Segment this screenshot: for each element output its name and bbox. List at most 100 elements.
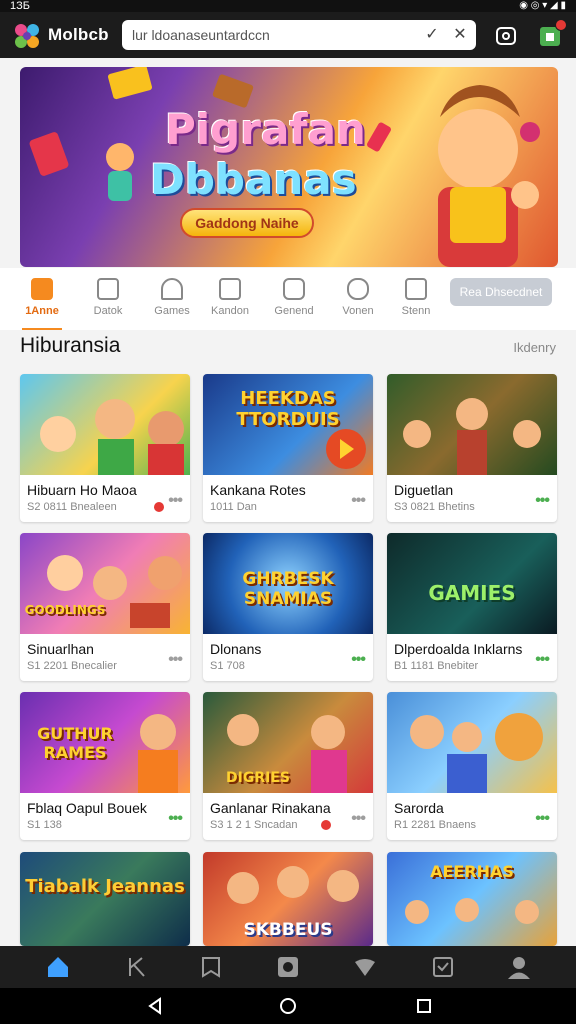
category-label: Stenn [401, 305, 431, 317]
game-card[interactable]: SKBBEUS [203, 852, 373, 946]
bottom-navigation [0, 946, 576, 988]
section-more-link[interactable]: Ikdenry [513, 340, 556, 355]
status-dot [154, 502, 164, 512]
category-tab-home[interactable]: 1Anne [14, 278, 70, 330]
game-card[interactable]: Hibuarn Ho Maoa S2 0811 Bnealeen ••• [20, 374, 190, 522]
game-title: Kankana Rotes [210, 482, 306, 498]
category-bar: 1Anne Datok Games Kandon Genend Vonen St… [0, 268, 576, 330]
section-title: Hiburansia [20, 334, 121, 357]
game-card[interactable]: GAMIES Dlperdoalda Inklarns B1 1181 Bneb… [387, 533, 557, 681]
game-card[interactable]: Sarorda R1 2281 Bnaens ••• [387, 692, 557, 840]
game-card[interactable]: DIGRIES Ganlanar Rinakana S3 1 2 1 Sncad… [203, 692, 373, 840]
check-icon[interactable]: ✓ [422, 25, 442, 45]
thumbnail-title: GAMIES [428, 581, 516, 605]
game-thumbnail: DIGRIES [203, 692, 373, 793]
back-icon[interactable] [146, 997, 164, 1015]
game-meta: B1 1181 Bnebiter [394, 660, 479, 672]
system-nav-bar [0, 988, 576, 1024]
bookmark-icon [161, 278, 183, 300]
game-card[interactable]: GHRBESK SNAMIAS Dlonans S1 708 ••• [203, 533, 373, 681]
game-title: Sarorda [394, 800, 444, 816]
game-title: Dlonans [210, 641, 262, 657]
recents-icon[interactable] [415, 997, 433, 1015]
more-options-icon[interactable]: ••• [351, 651, 366, 669]
game-meta: S3 0821 Bhetins [394, 501, 475, 513]
checklist-icon[interactable] [430, 954, 456, 980]
game-thumbnail: GOODLINGS [20, 533, 190, 634]
image-icon[interactable] [275, 954, 301, 980]
status-time: 1ЗБ [10, 0, 30, 12]
category-tab-stenn[interactable]: Stenn [388, 278, 444, 324]
top-bar: Molbcb ✓ ✕ [0, 12, 576, 58]
thumbnail-title: DIGRIES [226, 770, 290, 786]
game-title: Hibuarn Ho Maoa [27, 482, 137, 498]
profile-icon[interactable] [506, 954, 532, 980]
category-tab-vonen[interactable]: Vonen [330, 278, 386, 324]
game-thumbnail: GAMIES [387, 533, 557, 634]
category-label: Vonen [342, 305, 374, 317]
category-tab-datok[interactable]: Datok [80, 278, 136, 324]
game-meta: S1 708 [210, 660, 245, 672]
game-meta: S2 0811 Bnealeen [27, 501, 117, 513]
status-dot [321, 820, 331, 830]
category-tab-games[interactable]: Games [144, 278, 200, 324]
category-tab-genend[interactable]: Genend [266, 278, 322, 324]
close-icon[interactable]: ✕ [450, 25, 470, 45]
game-meta: S3 1 2 1 Sncadan [210, 819, 298, 831]
more-options-icon[interactable]: ••• [168, 492, 183, 510]
more-options-icon[interactable]: ••• [351, 492, 366, 510]
game-meta: S1 2201 Bnecalier [27, 660, 117, 672]
category-filter-button[interactable]: Rea Dhsecdnet [450, 278, 552, 306]
category-label: Kandon [211, 305, 249, 317]
status-bar: 1ЗБ ◉ ◎ ▾ ◢ ▮ [0, 0, 576, 12]
game-meta: S1 138 [27, 819, 62, 831]
bag-icon[interactable] [536, 19, 567, 49]
shield-icon[interactable] [352, 954, 378, 980]
game-meta: 1011 Dan [210, 501, 257, 513]
home-icon[interactable] [45, 954, 71, 980]
category-label: 1Anne [25, 305, 59, 317]
category-tab-kandon[interactable]: Kandon [202, 278, 258, 324]
more-options-icon[interactable]: ••• [535, 492, 550, 510]
category-label: Genend [274, 305, 314, 317]
game-thumbnail [387, 374, 557, 475]
search-input[interactable] [132, 25, 422, 45]
calendar-icon [97, 278, 119, 300]
category-label: Games [154, 305, 190, 317]
game-card[interactable]: GOODLINGS Sinuarlhan S1 2201 Bnecalier •… [20, 533, 190, 681]
search-box[interactable]: ✓ ✕ [122, 20, 476, 50]
book-icon[interactable] [198, 954, 224, 980]
game-title: Diguetlan [394, 482, 454, 498]
app-logo-icon[interactable] [12, 21, 42, 51]
home-circle-icon[interactable] [279, 997, 297, 1015]
game-title: Ganlanar Rinakana [210, 800, 331, 816]
frame-icon [219, 278, 241, 300]
notification-badge [555, 19, 567, 31]
category-label: Datok [93, 305, 123, 317]
folder-icon [405, 278, 427, 300]
status-icons: ◉ ◎ ▾ ◢ ▮ [519, 0, 566, 11]
hero-banner[interactable]: Pigrafan Dbbanas Gaddong Naihe [20, 67, 558, 267]
hero-cta-button[interactable]: Gaddong Naihe [180, 208, 314, 238]
game-card[interactable]: AEERHAS [387, 852, 557, 946]
game-title: Fblaq Oapul Bouek [27, 800, 147, 816]
game-card[interactable]: HEEKDAS TTORDUIS Kankana Rotes 1011 Dan … [203, 374, 373, 522]
game-card[interactable]: Diguetlan S3 0821 Bhetins ••• [387, 374, 557, 522]
more-options-icon[interactable]: ••• [535, 810, 550, 828]
game-meta: R1 2281 Bnaens [394, 819, 476, 831]
hero-title-line2: Dbbanas [150, 155, 357, 204]
more-options-icon[interactable]: ••• [351, 810, 366, 828]
k-icon[interactable] [124, 954, 150, 980]
game-card[interactable]: GUTHUR RAMES Fblaq Oapul Bouek S1 138 ••… [20, 692, 190, 840]
more-options-icon[interactable]: ••• [168, 651, 183, 669]
game-thumbnail: Tiabalk Jeannas [20, 852, 190, 946]
share-icon[interactable] [492, 21, 520, 49]
thumbnail-title: Tiabalk Jeannas [25, 876, 185, 897]
game-thumbnail: SKBBEUS [203, 852, 373, 946]
more-options-icon[interactable]: ••• [168, 810, 183, 828]
game-thumbnail [387, 692, 557, 793]
heart-icon [347, 278, 369, 300]
game-card[interactable]: Tiabalk Jeannas [20, 852, 190, 946]
thumbnail-title: GOODLINGS [24, 603, 106, 617]
more-options-icon[interactable]: ••• [535, 651, 550, 669]
